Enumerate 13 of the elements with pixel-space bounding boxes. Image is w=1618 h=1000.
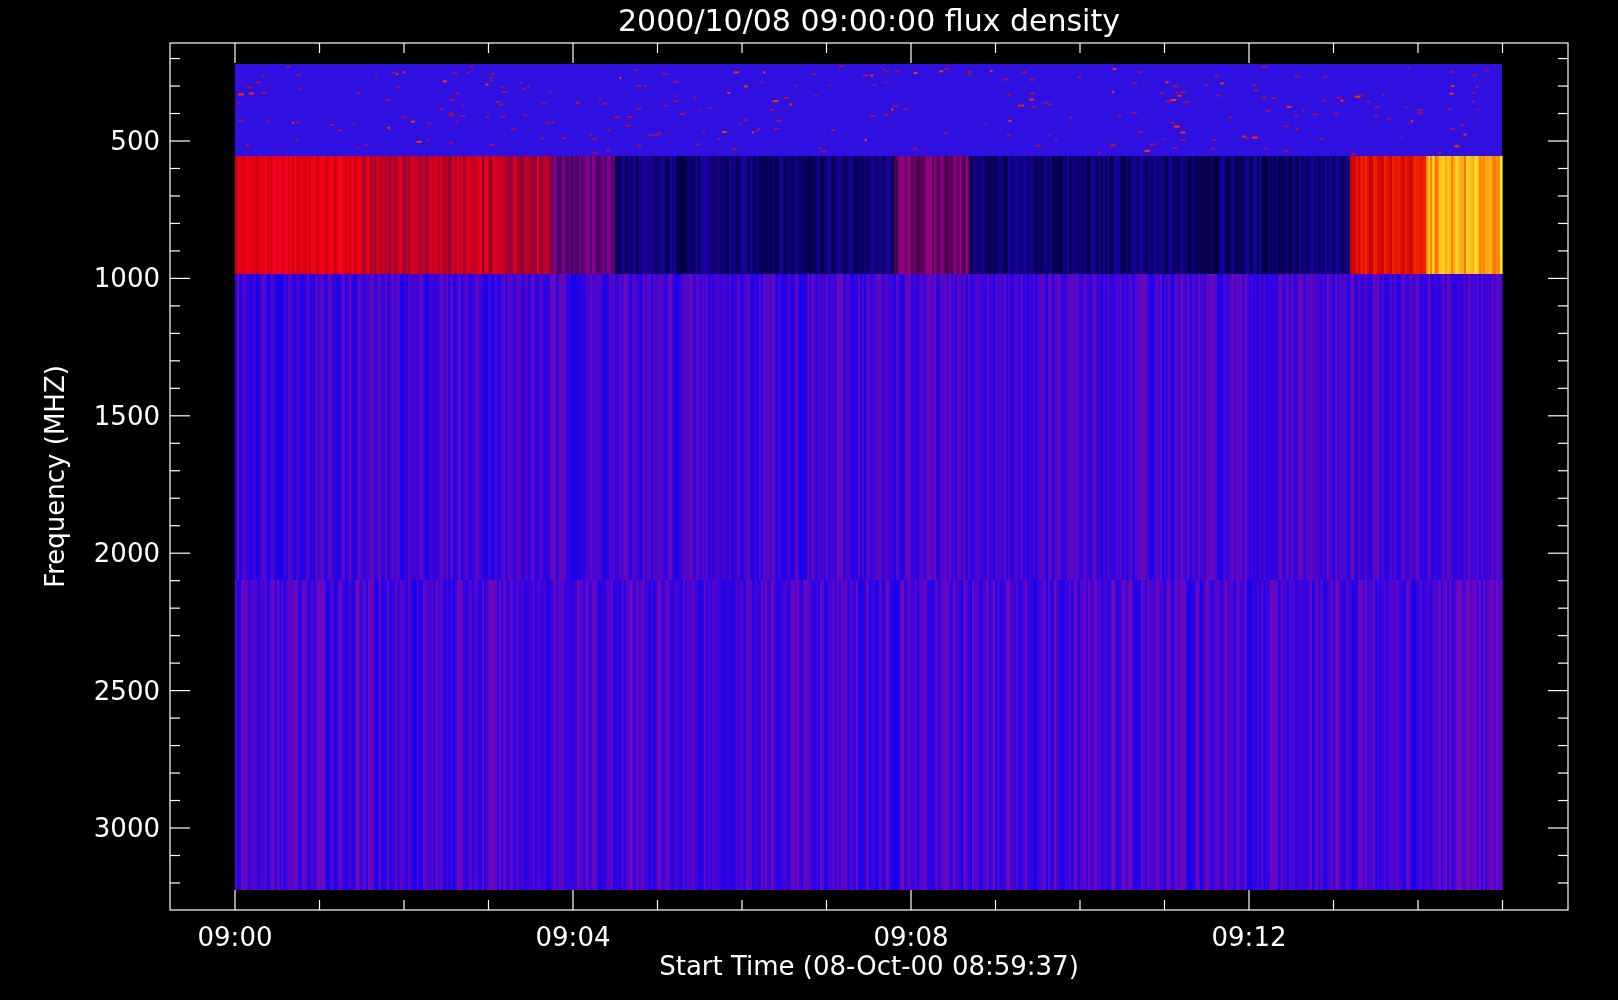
tick-label: 500 (110, 126, 160, 156)
tick-label: 3000 (93, 813, 160, 843)
axis-label: Frequency (MHZ) (40, 365, 70, 588)
tick-label: 09:08 (873, 922, 949, 952)
tick-label: 1000 (93, 263, 160, 294)
tick-label: 09:12 (1211, 922, 1287, 952)
tick-label: 09:04 (535, 922, 611, 952)
axis-label: Start Time (08-Oct-00 08:59:37) (659, 951, 1079, 981)
tick-label: 2000 (93, 538, 160, 569)
tick-label: 09:00 (197, 922, 273, 952)
tick-label: 1500 (93, 400, 160, 431)
plot-title: 2000/10/08 09:00:00 flux density (618, 3, 1120, 38)
tick-label: 2500 (93, 675, 160, 706)
